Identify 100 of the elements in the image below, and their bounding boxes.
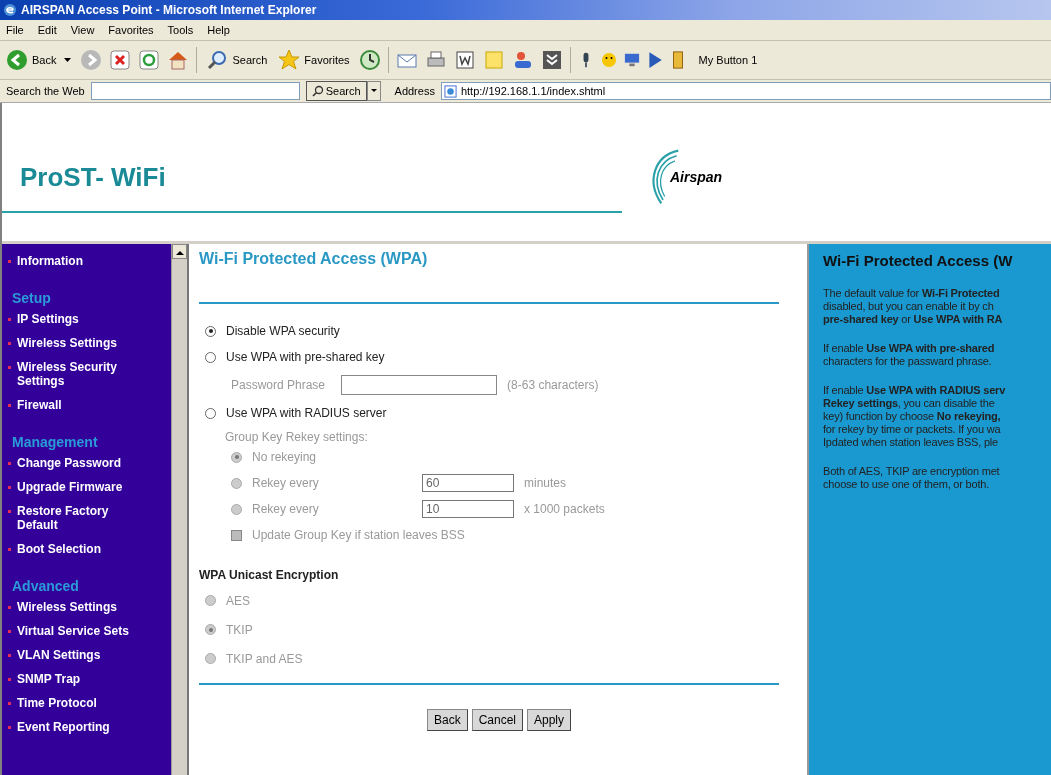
rekey-settings-label: Group Key Rekey settings: [225, 430, 369, 444]
stop-icon[interactable] [109, 49, 132, 71]
sidebar-link[interactable]: Upgrade Firmware [17, 480, 147, 494]
sidebar-link[interactable]: VLAN Settings [17, 648, 147, 662]
help-text-line: If enable Use WPA with pre-shared [823, 342, 996, 355]
bullet-icon [8, 726, 11, 729]
checkbox-label: Update Group Key if station leaves BSS [252, 528, 465, 542]
help-text-line: Ipdated when station leaves BSS, ple [823, 436, 1000, 449]
sidebar-link[interactable]: Restore Factory Default [17, 504, 147, 532]
monitor-icon[interactable] [623, 51, 640, 69]
history-clock-icon[interactable] [358, 49, 381, 71]
bullet-icon [8, 678, 11, 681]
sidebar-heading: Setup [12, 290, 52, 306]
window-title: AIRSPAN Access Point - Microsoft Internet Explorer [21, 3, 317, 17]
help-text-line: choose to use one of them, or both. [823, 478, 991, 491]
form-button[interactable]: Apply [527, 709, 572, 731]
option-label: Rekey every [252, 476, 320, 490]
search-icon [206, 49, 229, 71]
bullet-icon [8, 606, 11, 609]
bullet-icon [8, 318, 11, 321]
sidebar-link[interactable]: Wireless Settings [17, 336, 147, 350]
custom-toolbar-button[interactable]: My Button 1 [698, 54, 758, 66]
option-label: AES [226, 593, 250, 608]
sidebar-link[interactable]: IP Settings [17, 312, 147, 326]
address-label: Address [394, 85, 435, 97]
sidebar-link[interactable]: Boot Selection [17, 542, 147, 556]
bullet-icon [8, 486, 11, 489]
page-title: Wi-Fi Protected Access (WPA) [199, 250, 429, 268]
address-field[interactable]: http://192.168.1.1/index.shtml [440, 82, 1051, 100]
radio-button[interactable] [205, 351, 216, 363]
web-search-field[interactable] [90, 82, 300, 100]
sidebar-heading: Advanced [12, 578, 80, 594]
unit-label: minutes [524, 476, 567, 490]
radio-button[interactable] [205, 325, 216, 337]
help-text-line: If enable Use WPA with RADIUS serv [823, 384, 1007, 397]
menu-item[interactable]: View [70, 24, 95, 36]
help-text-line: The default value for Wi-Fi Protected [823, 287, 1001, 300]
scrollbar[interactable] [171, 244, 189, 775]
sidebar-link[interactable]: SNMP Trap [17, 672, 147, 686]
menu-item[interactable]: Favorites [108, 24, 154, 36]
favorites-button[interactable]: Favorites [276, 49, 352, 71]
option-label: TKIP [226, 622, 253, 637]
option-label: TKIP and AES [226, 651, 303, 666]
form-button[interactable]: Back [426, 709, 468, 731]
help-text-line: pre-shared key or Use WPA with RA [823, 313, 1004, 326]
help-text-line: for rekey by time or packets. If you wa [823, 423, 1002, 436]
sidebar-heading: Management [12, 434, 99, 450]
sidebar-link[interactable]: Wireless Settings [17, 600, 147, 614]
web-search-button[interactable]: Search [305, 81, 367, 101]
search-icon [311, 85, 324, 97]
play-icon[interactable] [646, 51, 663, 69]
smiley-icon[interactable] [600, 51, 617, 69]
back-button[interactable]: Back [4, 49, 74, 71]
bullet-icon [8, 630, 11, 633]
option-label: No rekeying [252, 450, 318, 464]
help-title: Wi-Fi Protected Access (W [823, 252, 1014, 269]
bullet-icon [8, 366, 11, 369]
menu-item[interactable]: Help [207, 24, 230, 36]
help-text-line: Both of AES, TKIP are encryption met [823, 465, 1001, 478]
sidebar-link[interactable]: Change Password [17, 456, 147, 470]
search-button[interactable]: Search [204, 49, 270, 71]
sidebar-link[interactable]: Wireless Security Settings [17, 360, 147, 388]
help-text-line: disabled, but you can enable it by ch [823, 300, 995, 313]
help-text-line: key) function by choose No rekeying, [823, 410, 1002, 423]
bullet-icon [8, 342, 11, 345]
document-w-icon[interactable] [453, 49, 476, 71]
bullet-icon [8, 654, 11, 657]
option-label: Use WPA with pre-shared key [226, 350, 385, 364]
sidebar-link[interactable]: Information [17, 254, 147, 268]
bullet-icon [8, 404, 11, 407]
refresh-icon[interactable] [138, 49, 161, 71]
browser-logo-icon [3, 3, 17, 17]
password-field[interactable] [341, 375, 498, 395]
bullet-icon [8, 260, 11, 263]
caret-icon [64, 58, 72, 62]
menu-item[interactable]: Tools [167, 24, 194, 36]
help-text-line: characters for the passward phrase. [823, 355, 993, 368]
radio-button[interactable] [205, 407, 216, 419]
section-heading: WPA Unicast Encryption [199, 568, 340, 582]
unit-label: x 1000 packets [524, 502, 605, 516]
sidebar-link[interactable]: Firewall [17, 398, 147, 412]
search-label: Search the Web [6, 85, 85, 97]
star-icon [278, 49, 301, 71]
sidebar-link[interactable]: Time Protocol [17, 696, 147, 710]
logo-text: Airspan [670, 169, 723, 185]
option-label: Rekey every [252, 502, 320, 516]
bullet-icon [8, 462, 11, 465]
password-hint: (8-63 characters) [507, 378, 599, 392]
option-label: Use WPA with RADIUS server [226, 406, 387, 420]
menu-item[interactable]: Edit [37, 24, 57, 36]
form-button[interactable]: Cancel [471, 709, 523, 731]
bullet-icon [8, 702, 11, 705]
sidebar-link[interactable]: Event Reporting [17, 720, 147, 734]
menu-item[interactable]: File [6, 24, 24, 36]
page-icon [443, 84, 457, 98]
password-label: Password Phrase [231, 378, 326, 392]
bullet-icon [8, 510, 11, 513]
bullet-icon [8, 548, 11, 551]
option-label: Disable WPA security [226, 324, 340, 338]
sidebar-link[interactable]: Virtual Service Sets [17, 624, 147, 638]
